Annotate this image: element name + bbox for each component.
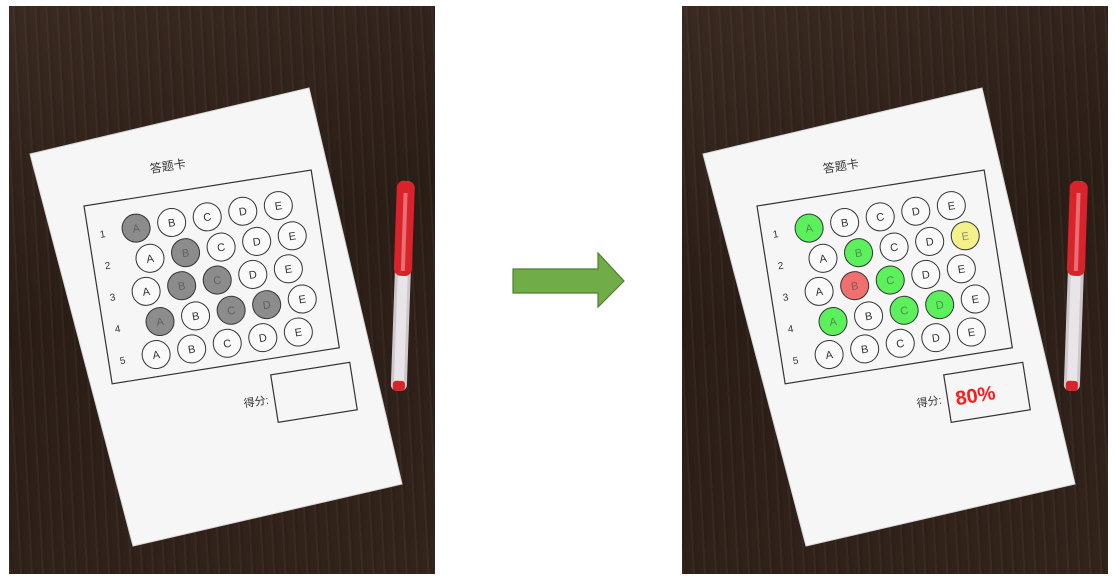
answer-sheet: 答题卡 1 A B C D E2A B C D E3 A B C D E4A B C D E5 A B C D E 得分: bbox=[29, 87, 403, 547]
arrow-icon bbox=[512, 252, 625, 309]
graded-answer-sheet: 答题卡 1 A B C D E2A B C D E3 A B C D E4A B C D E5 A B C D E 得分: 8… bbox=[702, 87, 1076, 547]
photo-after: 答题卡 1ABCDE2ABCDE3ABCDE4ABCDE5ABCDE 得分: 8… bbox=[682, 6, 1108, 574]
photo-before: 答题卡 1ABCDE2ABCDE3ABCDE4ABCDE5ABCDE 得分: bbox=[9, 6, 435, 574]
